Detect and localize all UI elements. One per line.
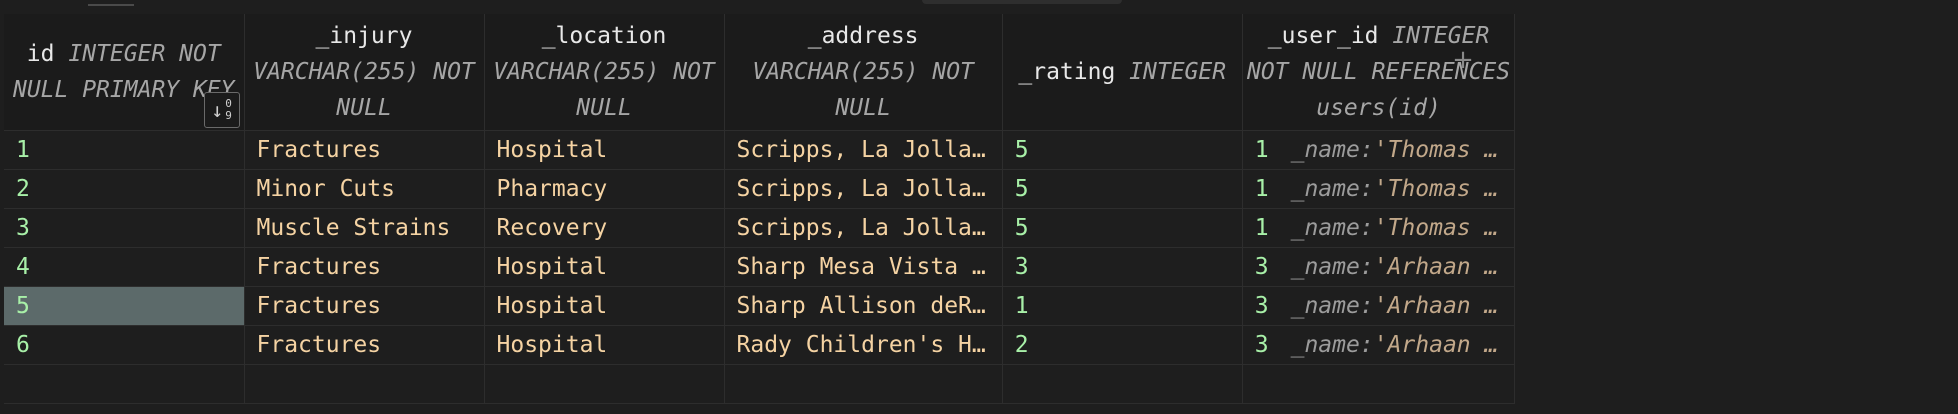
- cell-address[interactable]: Scripps, La Jolla…: [724, 130, 1003, 170]
- column-header-id[interactable]: id INTEGER NOT NULL PRIMARY KEY ↓ 0 9: [4, 14, 245, 131]
- preview-key: _name:: [1290, 176, 1374, 202]
- top-toolbar-handle[interactable]: [922, 0, 1122, 4]
- cell-id[interactable]: 4: [4, 247, 245, 287]
- results-table: id INTEGER NOT NULL PRIMARY KEY ↓ 0 9 _i…: [4, 14, 1516, 404]
- foreign-key-value: 3: [1254, 332, 1269, 358]
- column-type: VARCHAR(255) NOT NULL: [752, 59, 974, 121]
- cell-rating[interactable]: 5: [1002, 130, 1243, 170]
- column-name: _rating: [1018, 59, 1116, 85]
- column-type: VARCHAR(255) NOT NULL: [253, 59, 475, 121]
- add-column-icon[interactable]: +: [1448, 42, 1478, 78]
- preview-key: _name:: [1290, 215, 1374, 241]
- cell-location[interactable]: Recovery: [484, 208, 725, 248]
- cell-rating[interactable]: 2: [1002, 325, 1243, 365]
- referenced-record-preview: _name:'Thomas …: [1291, 137, 1499, 163]
- cell-injury[interactable]: Fractures: [244, 325, 485, 365]
- cell-rating[interactable]: 5: [1002, 208, 1243, 248]
- cell-rating[interactable]: 1: [1002, 286, 1243, 326]
- cell-user-id[interactable]: 1 _name:'Thomas …: [1242, 130, 1516, 170]
- cell-address[interactable]: Sharp Mesa Vista …: [724, 247, 1003, 287]
- top-bar: [0, 0, 1958, 12]
- column-name: _location: [541, 23, 667, 49]
- cell-address[interactable]: Sharp Allison deR…: [724, 286, 1003, 326]
- empty-row: [4, 364, 1516, 404]
- cell-injury[interactable]: Minor Cuts: [244, 169, 485, 209]
- table-row[interactable]: 4 Fractures Hospital Sharp Mesa Vista … 3 3 _n…: [4, 247, 1516, 287]
- cell-user-id[interactable]: 3 _name:'Arhaan …: [1242, 247, 1516, 287]
- empty-cell: [4, 364, 245, 404]
- cell-id[interactable]: 5: [4, 286, 245, 326]
- cell-id[interactable]: 6: [4, 325, 245, 365]
- table-row[interactable]: 1 Fractures Hospital Scripps, La Jolla… 5 1 _n…: [4, 130, 1516, 170]
- empty-cell: [1242, 364, 1516, 404]
- preview-key: _name:: [1290, 332, 1374, 358]
- cell-user-id[interactable]: 3 _name:'Arhaan …: [1242, 286, 1516, 326]
- column-type: INTEGER: [1129, 59, 1227, 85]
- table-row[interactable]: 2 Minor Cuts Pharmacy Scripps, La Jolla… 5 1 _…: [4, 169, 1516, 209]
- preview-key: _name:: [1290, 137, 1374, 163]
- cell-address[interactable]: Scripps, La Jolla…: [724, 208, 1003, 248]
- column-header-address[interactable]: _address VARCHAR(255) NOT NULL: [724, 14, 1003, 131]
- foreign-key-value: 3: [1254, 254, 1269, 280]
- foreign-key-value: 1: [1254, 137, 1269, 163]
- preview-key: _name:: [1290, 254, 1374, 280]
- column-header-injury[interactable]: _injury VARCHAR(255) NOT NULL: [244, 14, 485, 131]
- cell-id[interactable]: 3: [4, 208, 245, 248]
- empty-cell: [1002, 364, 1243, 404]
- cell-id[interactable]: 1: [4, 130, 245, 170]
- cell-address[interactable]: Scripps, La Jolla…: [724, 169, 1003, 209]
- preview-value: 'Arhaan …: [1373, 254, 1499, 280]
- cell-location[interactable]: Hospital: [484, 286, 725, 326]
- preview-key: _name:: [1290, 293, 1374, 319]
- foreign-key-value: 1: [1254, 215, 1269, 241]
- empty-cell: [724, 364, 1003, 404]
- referenced-record-preview: _name:'Arhaan …: [1291, 254, 1499, 280]
- cell-rating[interactable]: 5: [1002, 169, 1243, 209]
- sort-ascending-icon[interactable]: ↓ 0 9: [203, 92, 240, 128]
- referenced-record-preview: _name:'Arhaan …: [1291, 293, 1499, 319]
- column-name: id: [26, 41, 55, 67]
- cell-location[interactable]: Pharmacy: [484, 169, 725, 209]
- cell-injury[interactable]: Fractures: [244, 130, 485, 170]
- preview-value: 'Thomas …: [1373, 137, 1499, 163]
- foreign-key-value: 3: [1254, 293, 1269, 319]
- referenced-record-preview: _name:'Arhaan …: [1291, 332, 1499, 358]
- column-name: _address: [807, 23, 919, 49]
- column-name: _user_id: [1267, 23, 1379, 49]
- cell-location[interactable]: Hospital: [484, 247, 725, 287]
- empty-cell: [244, 364, 485, 404]
- column-name: _injury: [315, 23, 413, 49]
- cell-injury[interactable]: Fractures: [244, 286, 485, 326]
- foreign-key-value: 1: [1254, 176, 1269, 202]
- empty-cell: [484, 364, 725, 404]
- cell-injury[interactable]: Fractures: [244, 247, 485, 287]
- cell-address[interactable]: Rady Children's H…: [724, 325, 1003, 365]
- cell-user-id[interactable]: 1 _name:'Thomas …: [1242, 208, 1516, 248]
- cell-location[interactable]: Hospital: [484, 325, 725, 365]
- table-row[interactable]: 5 Fractures Hospital Sharp Allison deR… 1 3 _n…: [4, 286, 1516, 326]
- cell-injury[interactable]: Muscle Strains: [244, 208, 485, 248]
- preview-value: 'Arhaan …: [1373, 332, 1499, 358]
- cell-location[interactable]: Hospital: [484, 130, 725, 170]
- column-header-location[interactable]: _location VARCHAR(255) NOT NULL: [484, 14, 725, 131]
- preview-value: 'Arhaan …: [1373, 293, 1499, 319]
- cell-rating[interactable]: 3: [1002, 247, 1243, 287]
- preview-value: 'Thomas …: [1373, 215, 1499, 241]
- table-row[interactable]: 3 Muscle Strains Recovery Scripps, La Jolla…: [4, 208, 1516, 248]
- column-header-rating[interactable]: _rating INTEGER: [1002, 14, 1243, 131]
- cell-user-id[interactable]: 1 _name:'Thomas …: [1242, 169, 1516, 209]
- cell-user-id[interactable]: 3 _name:'Arhaan …: [1242, 325, 1516, 365]
- data-grid: id INTEGER NOT NULL PRIMARY KEY ↓ 0 9 _i…: [4, 14, 1516, 404]
- preview-value: 'Thomas …: [1373, 176, 1499, 202]
- table-header-row: id INTEGER NOT NULL PRIMARY KEY ↓ 0 9 _i…: [4, 14, 1516, 131]
- referenced-record-preview: _name:'Thomas …: [1291, 215, 1499, 241]
- column-type: VARCHAR(255) NOT NULL: [493, 59, 715, 121]
- cell-id[interactable]: 2: [4, 169, 245, 209]
- table-body: 1 Fractures Hospital Scripps, La Jolla… 5 1 _n…: [4, 130, 1516, 404]
- table-row[interactable]: 6 Fractures Hospital Rady Children's H… 2 3 _n…: [4, 325, 1516, 365]
- top-tab-indicator[interactable]: [88, 0, 134, 6]
- referenced-record-preview: _name:'Thomas …: [1291, 176, 1499, 202]
